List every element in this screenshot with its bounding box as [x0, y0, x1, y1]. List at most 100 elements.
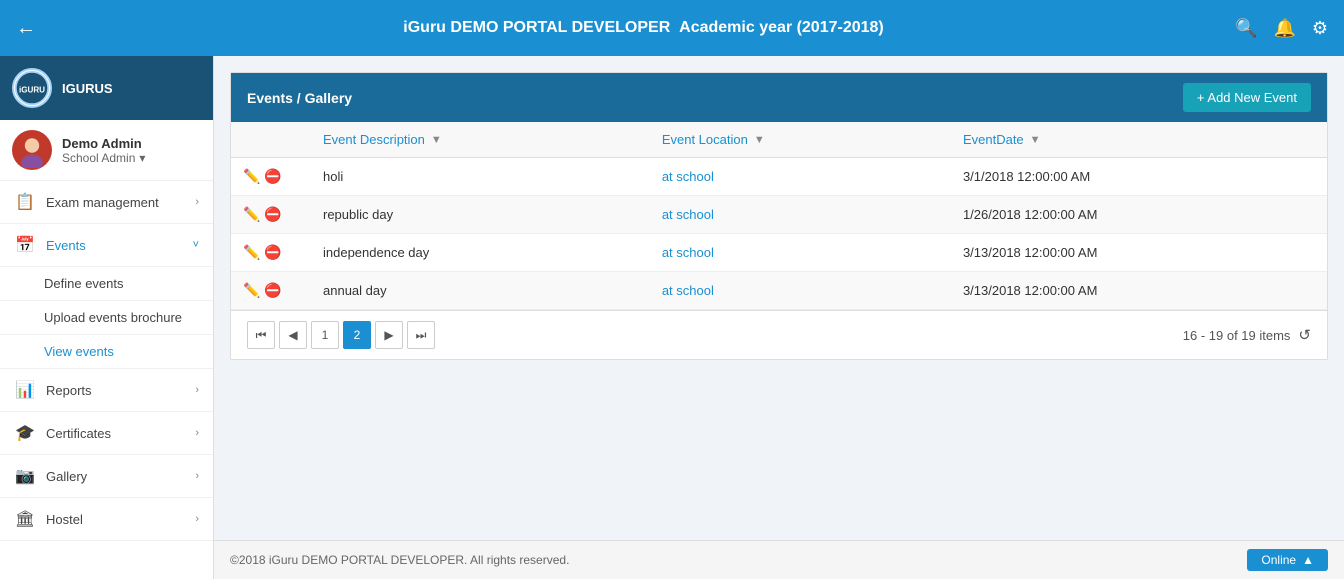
card-title: Events / Gallery: [247, 90, 352, 106]
pagination-page-1-button[interactable]: 1: [311, 321, 339, 349]
table-cell-date: 3/1/2018 12:00:00 AM: [951, 158, 1327, 196]
pagination-prev-button[interactable]: ◀: [279, 321, 307, 349]
pagination-info-text: 16 - 19 of 19 items: [1183, 328, 1291, 343]
content-area: Events / Gallery + Add New Event Event D…: [214, 56, 1344, 579]
online-status-badge[interactable]: Online ▲: [1247, 549, 1328, 571]
pagination-info: 16 - 19 of 19 items ↺: [1183, 326, 1311, 344]
arrow-icon: ›: [195, 196, 199, 208]
gear-icon[interactable]: ⚙: [1312, 18, 1328, 39]
arrow-icon: ˅: [193, 239, 199, 251]
events-card: Events / Gallery + Add New Event Event D…: [230, 72, 1328, 360]
description-filter-icon[interactable]: ▼: [431, 134, 442, 146]
arrow-icon: ›: [195, 513, 199, 525]
top-header: ← iGuru DEMO PORTAL DEVELOPER Academic y…: [0, 0, 1344, 56]
sidebar-item-label: Exam management: [46, 195, 195, 210]
sidebar: iGURU IGURUS Demo Admin School Admin ▾: [0, 56, 214, 579]
arrow-icon: ›: [195, 384, 199, 396]
table-cell-actions: ✏️ ⛔: [231, 196, 311, 234]
user-avatar: [12, 130, 52, 170]
table-cell-date: 1/26/2018 12:00:00 AM: [951, 196, 1327, 234]
table-row: ✏️ ⛔ annual dayat school3/13/2018 12:00:…: [231, 272, 1327, 310]
table-header-row: Event Description ▼ Event Location ▼: [231, 122, 1327, 158]
sidebar-user: Demo Admin School Admin ▾: [0, 120, 213, 181]
sidebar-item-hostel[interactable]: 🏛 Hostel ›: [0, 498, 213, 541]
table-body: ✏️ ⛔ holiat school3/1/2018 12:00:00 AM ✏…: [231, 158, 1327, 310]
col-actions-header: [231, 122, 311, 158]
events-icon: 📅: [14, 235, 36, 255]
edit-button[interactable]: ✏️: [243, 282, 260, 299]
delete-button[interactable]: ⛔: [264, 282, 281, 299]
delete-button[interactable]: ⛔: [264, 244, 281, 261]
bell-icon[interactable]: 🔔: [1273, 18, 1295, 39]
header-title: iGuru DEMO PORTAL DEVELOPER Academic yea…: [52, 19, 1235, 37]
search-icon[interactable]: 🔍: [1235, 18, 1257, 39]
user-name: Demo Admin: [62, 136, 145, 151]
sidebar-item-label: Hostel: [46, 512, 195, 527]
table-row: ✏️ ⛔ republic dayat school1/26/2018 12:0…: [231, 196, 1327, 234]
sidebar-item-label: Reports: [46, 383, 195, 398]
card-header: Events / Gallery + Add New Event: [231, 73, 1327, 122]
sidebar-item-reports[interactable]: 📊 Reports ›: [0, 369, 213, 412]
header-icons: 🔍 🔔 ⚙: [1235, 18, 1328, 39]
col-date-header: EventDate ▼: [951, 122, 1327, 158]
footer-copyright: ©2018 iGuru DEMO PORTAL DEVELOPER. All r…: [230, 553, 569, 567]
date-filter-icon[interactable]: ▼: [1030, 134, 1041, 146]
refresh-button[interactable]: ↺: [1298, 326, 1311, 344]
hostel-icon: 🏛: [14, 509, 36, 529]
table-cell-location: at school: [650, 196, 951, 234]
sidebar-item-label: Certificates: [46, 426, 195, 441]
table-cell-location: at school: [650, 234, 951, 272]
brand-logo: iGURU: [12, 68, 52, 108]
edit-button[interactable]: ✏️: [243, 206, 260, 223]
footer: ©2018 iGuru DEMO PORTAL DEVELOPER. All r…: [214, 540, 1344, 579]
edit-button[interactable]: ✏️: [243, 168, 260, 185]
location-filter-icon[interactable]: ▼: [754, 134, 765, 146]
table-cell-description: independence day: [311, 234, 650, 272]
exam-icon: 📋: [14, 192, 36, 212]
sidebar-item-view-events[interactable]: View events: [0, 335, 213, 369]
svg-text:iGURU: iGURU: [19, 86, 45, 95]
table-cell-actions: ✏️ ⛔: [231, 234, 311, 272]
pagination-first-button[interactable]: ⏮: [247, 321, 275, 349]
table-row: ✏️ ⛔ independence dayat school3/13/2018 …: [231, 234, 1327, 272]
online-chevron-icon: ▲: [1302, 553, 1314, 567]
table-cell-date: 3/13/2018 12:00:00 AM: [951, 272, 1327, 310]
events-table-container: Event Description ▼ Event Location ▼: [231, 122, 1327, 310]
gallery-icon: 📷: [14, 466, 36, 486]
reports-icon: 📊: [14, 380, 36, 400]
edit-button[interactable]: ✏️: [243, 244, 260, 261]
table-cell-description: republic day: [311, 196, 650, 234]
sidebar-brand: iGURU IGURUS: [0, 56, 213, 120]
table-cell-actions: ✏️ ⛔: [231, 158, 311, 196]
sidebar-item-upload-events[interactable]: Upload events brochure: [0, 301, 213, 335]
sidebar-item-gallery[interactable]: 📷 Gallery ›: [0, 455, 213, 498]
user-info: Demo Admin School Admin ▾: [62, 136, 145, 165]
add-new-event-button[interactable]: + Add New Event: [1183, 83, 1311, 112]
delete-button[interactable]: ⛔: [264, 206, 281, 223]
role-chevron-icon: ▾: [139, 151, 145, 165]
table-row: ✏️ ⛔ holiat school3/1/2018 12:00:00 AM: [231, 158, 1327, 196]
sidebar-nav: 📋 Exam management › 📅 Events ˅ Define ev…: [0, 181, 213, 579]
back-button[interactable]: ←: [16, 17, 36, 40]
col-location-header: Event Location ▼: [650, 122, 951, 158]
pagination-page-2-button[interactable]: 2: [343, 321, 371, 349]
sidebar-item-certificates[interactable]: 🎓 Certificates ›: [0, 412, 213, 455]
sidebar-item-exam[interactable]: 📋 Exam management ›: [0, 181, 213, 224]
table-cell-location: at school: [650, 158, 951, 196]
col-description-header: Event Description ▼: [311, 122, 650, 158]
certificates-icon: 🎓: [14, 423, 36, 443]
pagination-controls: ⏮ ◀ 1 2 ▶ ⏭: [247, 321, 435, 349]
sidebar-item-define-events[interactable]: Define events: [0, 267, 213, 301]
pagination-next-button[interactable]: ▶: [375, 321, 403, 349]
table-cell-description: annual day: [311, 272, 650, 310]
sidebar-item-label: Gallery: [46, 469, 195, 484]
table-cell-date: 3/13/2018 12:00:00 AM: [951, 234, 1327, 272]
pagination-last-button[interactable]: ⏭: [407, 321, 435, 349]
sidebar-item-events[interactable]: 📅 Events ˅: [0, 224, 213, 267]
arrow-icon: ›: [195, 427, 199, 439]
table-cell-actions: ✏️ ⛔: [231, 272, 311, 310]
user-role[interactable]: School Admin ▾: [62, 151, 145, 165]
brand-name: IGURUS: [62, 81, 113, 96]
delete-button[interactable]: ⛔: [264, 168, 281, 185]
table-cell-description: holi: [311, 158, 650, 196]
